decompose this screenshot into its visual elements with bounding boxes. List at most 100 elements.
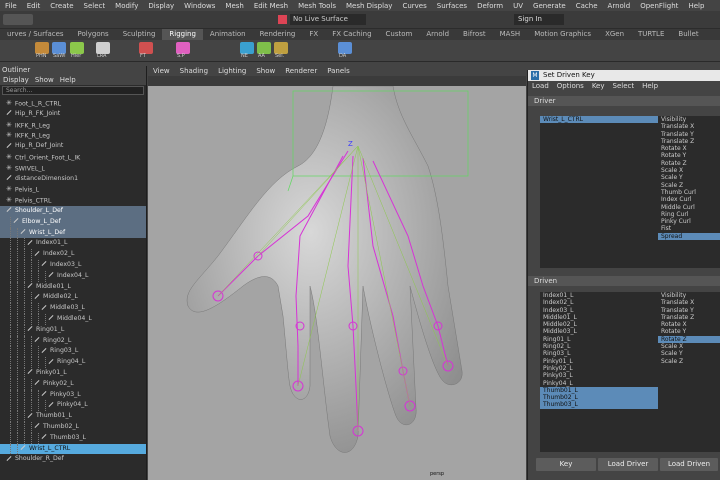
outliner-menu-item[interactable]: Display — [0, 75, 32, 85]
list-item[interactable]: Index02_L — [540, 299, 658, 306]
outliner-item[interactable]: Index02_L — [0, 249, 146, 260]
shelf-tab[interactable]: Bifrost — [456, 29, 493, 40]
list-item[interactable]: Visibility — [658, 292, 720, 299]
outliner-item[interactable]: Ring03_L — [0, 346, 146, 358]
sdk-menu-item[interactable]: Options — [553, 81, 588, 91]
list-item[interactable]: Visibility — [658, 116, 720, 123]
shelf-tab[interactable]: Bullet — [671, 29, 705, 40]
outliner-item[interactable]: Wrist_L_Def — [0, 227, 146, 239]
list-item[interactable]: Ring Curl — [658, 211, 720, 218]
shelf-tab[interactable]: FX — [302, 29, 325, 40]
list-item[interactable]: Translate X — [658, 299, 720, 306]
menu-surfaces[interactable]: Surfaces — [432, 2, 472, 10]
list-item[interactable]: Translate Z — [658, 138, 720, 145]
outliner-item[interactable]: Ring04_L — [0, 357, 146, 368]
sdk-menu-item[interactable]: Load — [528, 81, 553, 91]
outliner-item[interactable]: Thumb01_L — [0, 411, 146, 422]
viewport-menu-item[interactable]: Shading — [175, 66, 213, 76]
menu-file[interactable]: File — [0, 2, 22, 10]
list-item[interactable]: Fist — [658, 225, 720, 232]
outliner-item[interactable]: Ring01_L — [0, 324, 146, 336]
list-item[interactable]: Pinky02_L — [540, 365, 658, 372]
outliner-item[interactable]: Elbow_L_Def — [0, 216, 146, 228]
load-driven-button[interactable]: Load Driven — [660, 458, 718, 471]
menu-curves[interactable]: Curves — [397, 2, 431, 10]
shelf-tab[interactable]: FX Caching — [325, 29, 378, 40]
shelf-tab[interactable]: XGen — [598, 29, 631, 40]
shelf-tab[interactable]: Polygons — [71, 29, 116, 40]
outliner-menu-item[interactable]: Show — [32, 75, 57, 85]
menu-create[interactable]: Create — [45, 2, 78, 10]
list-item[interactable]: Pinky01_L — [540, 358, 658, 365]
list-item[interactable]: Index Curl — [658, 196, 720, 203]
key-button[interactable]: Key — [536, 458, 596, 471]
sdk-menu-item[interactable]: Help — [638, 81, 662, 91]
list-item[interactable]: Thumb Curl — [658, 189, 720, 196]
driver-object-list[interactable]: Wrist_L_CTRL — [540, 116, 658, 268]
viewport-menu-item[interactable]: Renderer — [280, 66, 322, 76]
list-item[interactable]: Middle Curl — [658, 204, 720, 211]
list-item[interactable]: Translate Z — [658, 314, 720, 321]
list-item[interactable]: Thumb01_L — [540, 386, 658, 395]
outliner-item[interactable]: ✳ IKFK_R_Leg — [0, 120, 146, 131]
list-item[interactable]: Scale X — [658, 343, 720, 350]
list-item[interactable]: Rotate Y — [658, 328, 720, 335]
magnet-icon[interactable] — [278, 15, 287, 24]
menu-edit[interactable]: Edit — [22, 2, 46, 10]
list-item[interactable]: Pinky04_L — [540, 380, 658, 387]
shelf-tab[interactable]: Rigging — [162, 29, 203, 40]
shelf-tab[interactable]: Animation — [203, 29, 253, 40]
viewport-menu-item[interactable]: Lighting — [213, 66, 251, 76]
shelf-tab[interactable]: Motion Graphics — [527, 29, 598, 40]
outliner-item[interactable]: Middle04_L — [0, 313, 146, 325]
outliner-item[interactable]: ✳ Pelvis_CTRL — [0, 195, 146, 206]
outliner-item[interactable]: ✳ Ctrl_Orient_Foot_L_IK — [0, 152, 146, 163]
outliner-item[interactable]: Index03_L — [0, 259, 146, 271]
driven-object-list[interactable]: Index01_L Index02_L Index03_L Middle01_L Mid… — [540, 292, 658, 452]
shelf-tab[interactable]: TURTLE — [631, 29, 671, 40]
viewport-panel[interactable]: View Shading Lighting Show Renderer Panels — [148, 66, 526, 480]
outliner-item[interactable]: Wrist_L_CTRL — [0, 443, 146, 455]
list-item[interactable]: Rotate X — [658, 145, 720, 152]
shelf-tab[interactable]: Arnold — [419, 29, 456, 40]
list-item[interactable]: Wrist_L_CTRL — [540, 116, 658, 124]
list-item[interactable]: Ring02_L — [540, 343, 658, 350]
outliner-item[interactable]: Middle03_L — [0, 303, 146, 314]
outliner-item[interactable]: Shoulder_R_Def — [0, 454, 146, 465]
driven-attr-list[interactable]: Visibility Translate X Translate Y Translat… — [658, 292, 720, 452]
hand-rig-view[interactable]: Z — [148, 86, 526, 480]
list-item[interactable]: Pinky Curl — [658, 218, 720, 225]
list-item[interactable]: Rotate Z — [658, 160, 720, 167]
outliner-item[interactable]: Shoulder_L_Def — [0, 205, 146, 217]
menu-windows[interactable]: Windows — [179, 2, 220, 10]
mode-dropdown[interactable] — [3, 14, 33, 25]
list-item[interactable]: Index01_L — [540, 292, 658, 299]
list-item[interactable]: Scale X — [658, 167, 720, 174]
menu-deform[interactable]: Deform — [472, 2, 508, 10]
outliner-item[interactable]: Thumb02_L — [0, 421, 146, 433]
menu-mesh-display[interactable]: Mesh Display — [341, 2, 397, 10]
viewport-menu-item[interactable]: View — [148, 66, 175, 76]
outliner-item[interactable]: Thumb03_L — [0, 432, 146, 444]
list-item[interactable]: Scale Y — [658, 174, 720, 181]
list-item[interactable]: Middle01_L — [540, 314, 658, 321]
sdk-menu-item[interactable]: Select — [609, 81, 639, 91]
outliner-item[interactable]: Pinky02_L — [0, 378, 146, 390]
menu-cache[interactable]: Cache — [571, 2, 603, 10]
list-item[interactable]: Thumb02_L — [540, 394, 658, 402]
list-item[interactable]: Index03_L — [540, 307, 658, 314]
shelf-tab[interactable]: Rendering — [253, 29, 303, 40]
outliner-item[interactable]: ✳ IKFK_R_Leg — [0, 130, 146, 141]
list-item[interactable]: Rotate Z — [658, 335, 720, 344]
list-item[interactable]: Spread — [658, 232, 720, 241]
list-item[interactable]: Translate Y — [658, 131, 720, 138]
list-item[interactable]: Rotate X — [658, 321, 720, 328]
list-item[interactable]: Middle03_L — [540, 328, 658, 335]
outliner-item[interactable]: Pinky04_L — [0, 400, 146, 412]
outliner-search[interactable]: Search... — [2, 86, 144, 95]
viewport-menu-item[interactable]: Panels — [322, 66, 355, 76]
menu-select[interactable]: Select — [79, 2, 111, 10]
outliner-item[interactable]: Middle02_L — [0, 292, 146, 304]
outliner-item[interactable]: Hip_R_FK_Joint — [0, 109, 146, 120]
viewport-menu-item[interactable]: Show — [251, 66, 280, 76]
